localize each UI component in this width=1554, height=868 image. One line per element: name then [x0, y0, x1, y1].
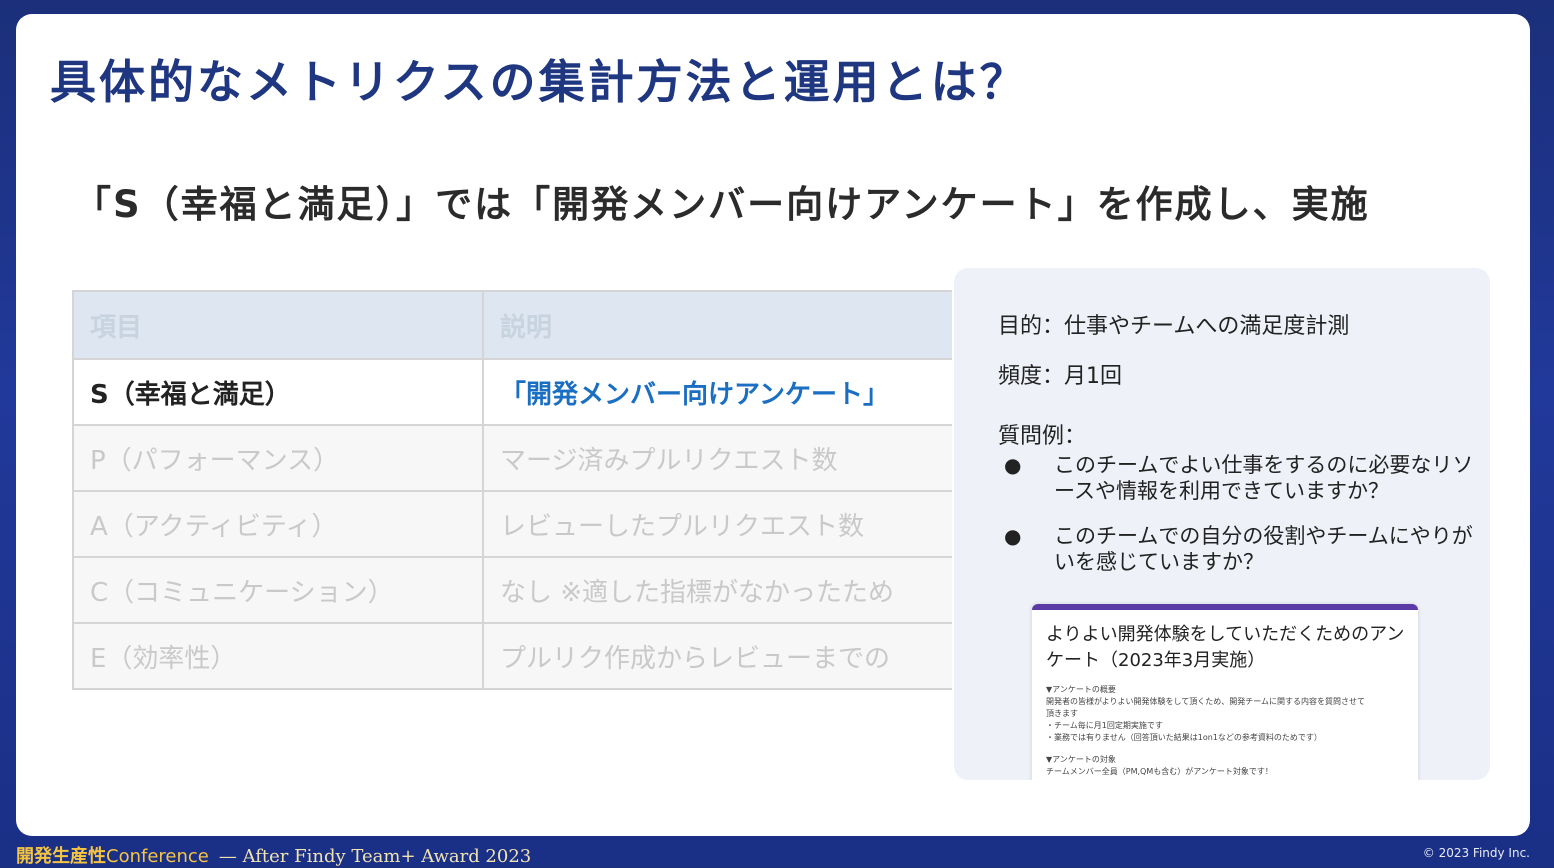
survey-text-line: ▼アンケートの概要	[1046, 685, 1116, 694]
row-item: P（パフォーマンス）	[72, 424, 484, 492]
header-item: 項目	[72, 290, 484, 360]
header-description: 説明	[482, 290, 952, 360]
row-item: E（効率性）	[72, 622, 484, 690]
list-item: ● このチームでよい仕事をするのに必要なリソースや情報を利用できていますか？	[998, 452, 1478, 504]
slide: 具体的なメトリクスの集計方法と運用とは？ 「S（幸福と満足）」では「開発メンバー…	[16, 14, 1530, 836]
row-item: C（コミュニケーション）	[72, 556, 484, 624]
survey-text-line: ・業務では有りません（回答頂いた結果は1on1などの参考資料のためです）	[1046, 733, 1322, 742]
survey-title: よりよい開発体験をしていただくためのアンケート（2023年3月実施）	[1046, 624, 1405, 671]
bullet-icon: ●	[1004, 524, 1022, 548]
after-award-text: — After Findy Team+ Award 2023	[218, 846, 532, 867]
brand-text: 開発生産性	[16, 846, 106, 867]
list-item: ● このチームでの自分の役割やチームにやりがいを感じていますか？	[998, 523, 1478, 575]
metrics-table-wrap: 項目 説明 S（幸福と満足） 「開発メンバー向けアンケート」 P（パフォーマンス…	[72, 290, 952, 705]
question-text: このチームでの自分の役割やチームにやりがいを感じていますか？	[1054, 524, 1473, 574]
metrics-table: 項目 説明 S（幸福と満足） 「開発メンバー向けアンケート」 P（パフォーマンス…	[72, 290, 952, 690]
table-row: E（効率性） プルリク作成からレビューまでの	[72, 622, 952, 690]
slide-subtitle: 「S（幸福と満足）」では「開発メンバー向けアンケート」を作成し、実施	[74, 183, 1370, 226]
frequency-text: 頻度：月1回	[998, 364, 1122, 389]
survey-detail-panel: 目的：仕事やチームへの満足度計測 頻度：月1回 質問例： ● このチームでよい仕事…	[954, 268, 1490, 780]
survey-text-line: ▼アンケートの対象	[1046, 755, 1116, 764]
table-row: P（パフォーマンス） マージ済みプルリクエスト数	[72, 424, 952, 492]
question-examples-list: ● このチームでよい仕事をするのに必要なリソースや情報を利用できていますか？ ● こ…	[998, 452, 1478, 594]
purpose-text: 目的：仕事やチームへの満足度計測	[998, 314, 1350, 339]
table-row: C（コミュニケーション） なし ※適した指標がなかったため	[72, 556, 952, 624]
survey-text-line: 頂きます	[1046, 709, 1078, 718]
row-description: マージ済みプルリクエスト数	[482, 424, 952, 492]
survey-form-preview: よりよい開発体験をしていただくためのアンケート（2023年3月実施） ▼アンケー…	[1032, 604, 1418, 780]
row-description: なし ※適した指標がなかったため	[482, 556, 952, 624]
conference-text: Conference	[106, 846, 209, 867]
table-header-row: 項目 説明	[72, 290, 952, 360]
survey-text-line: 開発者の皆様がよりよい開発体験をして頂くため、開発チームに関する内容を質問させて	[1046, 697, 1365, 706]
row-description: プルリク作成からレビューまでの	[482, 622, 952, 690]
slide-title: 具体的なメトリクスの集計方法と運用とは？	[50, 55, 1029, 109]
bullet-icon: ●	[1004, 453, 1022, 477]
survey-text-line: チームメンバー全員（PM,QMも含む）がアンケート対象です！	[1046, 767, 1273, 776]
row-item: S（幸福と満足）	[72, 358, 484, 426]
survey-text-line: ・チーム毎に月1回定期実施です	[1046, 721, 1163, 730]
examples-label: 質問例：	[998, 424, 1087, 449]
row-description-link[interactable]: 「開発メンバー向けアンケート」	[482, 358, 952, 426]
conference-logo: 開発生産性Conference — After Findy Team+ Award…	[16, 842, 531, 868]
row-item: A（アクティビティ）	[72, 490, 484, 558]
row-description: レビューしたプルリクエスト数	[482, 490, 952, 558]
table-row: A（アクティビティ） レビューしたプルリクエスト数	[72, 490, 952, 558]
copyright-text: © 2023 Findy Inc.	[1422, 846, 1530, 860]
question-text: このチームでよい仕事をするのに必要なリソースや情報を利用できていますか？	[1054, 453, 1474, 503]
table-row: S（幸福と満足） 「開発メンバー向けアンケート」	[72, 358, 952, 426]
